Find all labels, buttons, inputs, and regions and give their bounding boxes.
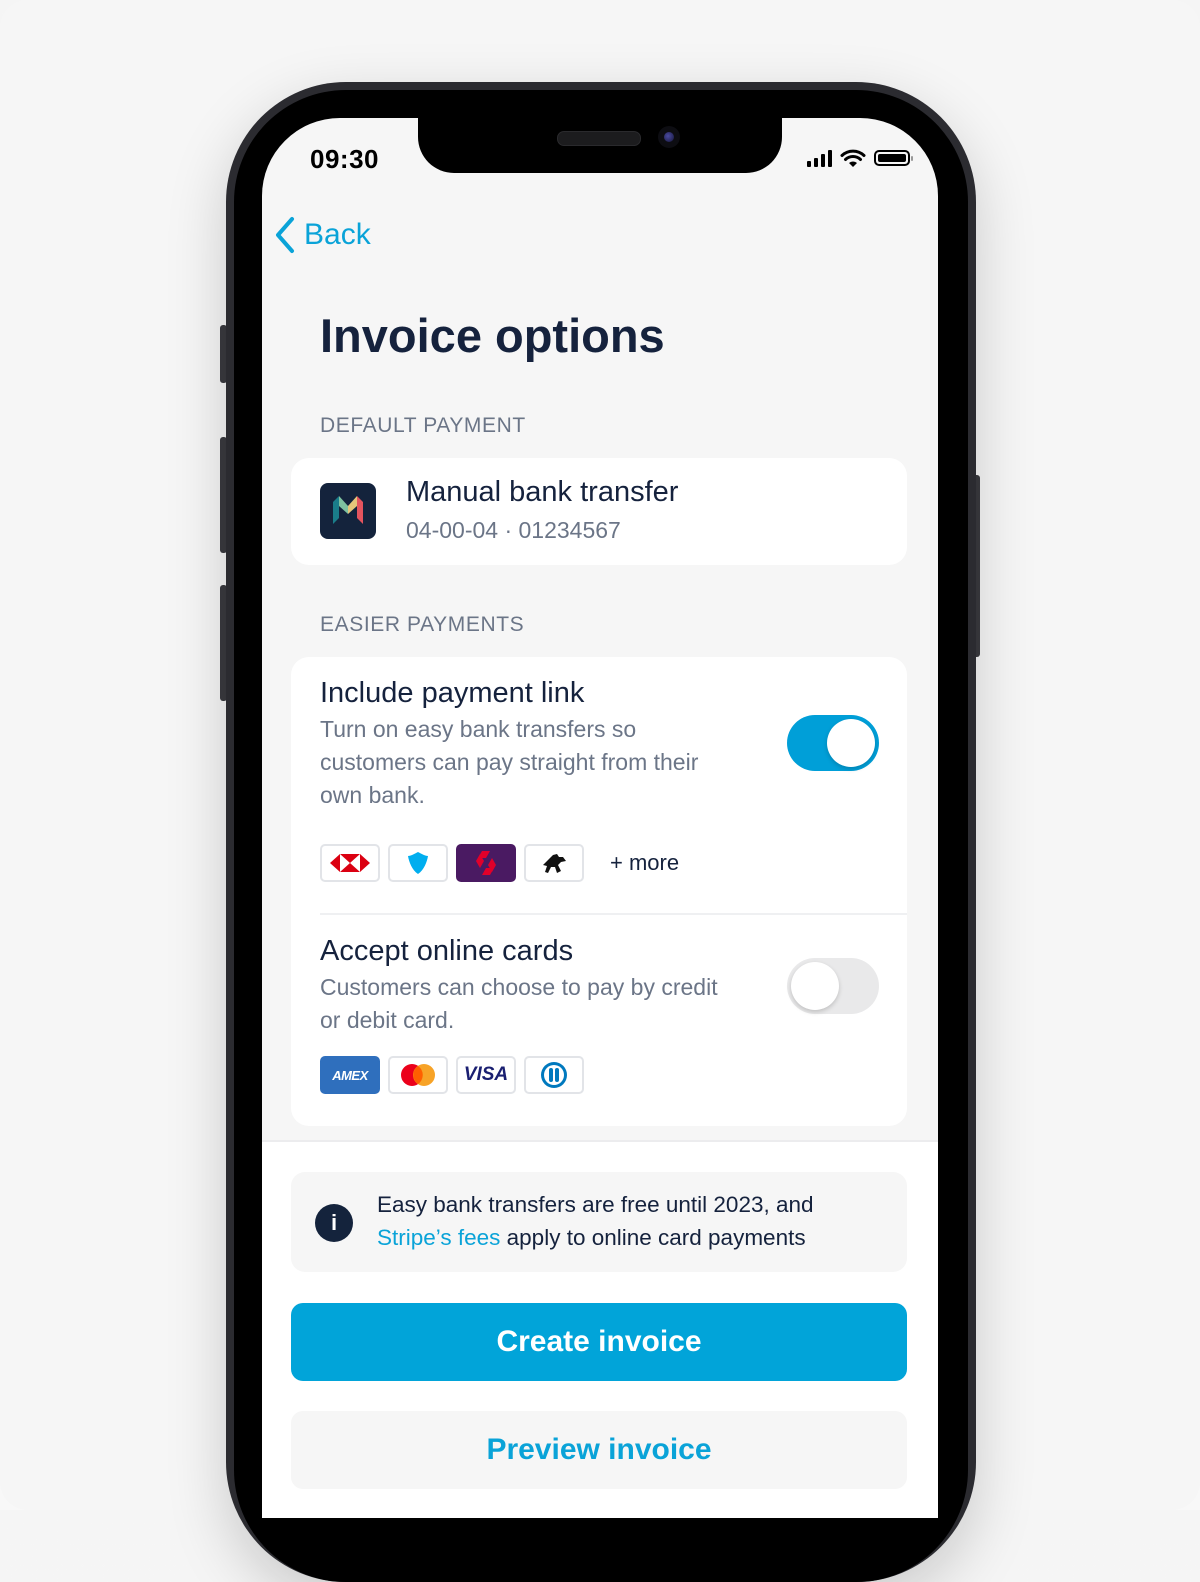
description-line: customers can pay straight from their (320, 749, 699, 775)
status-icons (807, 148, 913, 168)
amex-logo-icon: AMEX (320, 1056, 380, 1094)
natwest-logo-icon (456, 844, 516, 882)
payment-link-title: Include payment link (320, 677, 585, 709)
preview-invoice-button[interactable]: Preview invoice (291, 1411, 907, 1489)
more-banks-link[interactable]: + more (610, 850, 679, 876)
page-title: Invoice options (320, 309, 665, 362)
card-logos: AMEX VISA (320, 1056, 584, 1094)
back-label: Back (304, 218, 371, 251)
diners-club-logo-icon (524, 1056, 584, 1094)
info-icon: i (315, 1204, 353, 1242)
camera-icon (658, 126, 680, 148)
payment-link-description: Turn on easy bank transfers so customers… (320, 713, 698, 812)
info-line-2-rest: apply to online card payments (500, 1225, 806, 1250)
chevron-left-icon (276, 217, 294, 253)
status-time: 09:30 (310, 144, 379, 174)
toggle-knob (791, 962, 839, 1010)
bottom-action-panel: i Easy bank transfers are free until 202… (262, 1140, 938, 1518)
section-label-easier-payments: EASIER PAYMENTS (320, 613, 525, 636)
account-details: 04-00-04 · 01234567 (406, 517, 621, 543)
description-line: Customers can choose to pay by credit (320, 974, 718, 1000)
payment-link-toggle[interactable] (787, 715, 879, 771)
divider (320, 913, 907, 915)
battery-icon (874, 150, 913, 166)
wifi-icon (840, 149, 866, 167)
toggle-knob (827, 719, 875, 767)
online-cards-toggle[interactable] (787, 958, 879, 1014)
online-cards-description: Customers can choose to pay by credit or… (320, 971, 718, 1037)
monzo-logo-icon (320, 483, 376, 539)
description-line: or debit card. (320, 1007, 455, 1033)
visa-text: VISA (463, 1064, 509, 1085)
info-line-1: Easy bank transfers are free until 2023,… (377, 1192, 814, 1217)
stripe-fees-link[interactable]: Stripe’s fees (377, 1225, 500, 1250)
section-label-default-payment: DEFAULT PAYMENT (320, 414, 526, 437)
info-banner: i Easy bank transfers are free until 202… (291, 1172, 907, 1272)
lloyds-logo-icon (524, 844, 584, 882)
easier-payments-card: Include payment link Turn on easy bank t… (291, 657, 907, 1126)
online-cards-title: Accept online cards (320, 935, 574, 967)
payment-method-title: Manual bank transfer (406, 476, 679, 508)
signal-icon (807, 149, 832, 167)
description-line: own bank. (320, 782, 425, 808)
amex-text: AMEX (332, 1067, 368, 1083)
info-text: Easy bank transfers are free until 2023,… (377, 1188, 887, 1254)
default-payment-card[interactable]: Manual bank transfer 04-00-04 · 01234567 (291, 458, 907, 565)
mastercard-logo-icon (388, 1056, 448, 1094)
description-line: Turn on easy bank transfers so (320, 716, 637, 742)
bank-logos: + more (320, 844, 679, 882)
create-invoice-button[interactable]: Create invoice (291, 1303, 907, 1381)
speaker-grille (557, 131, 641, 146)
notch (418, 118, 782, 173)
phone-screen: 09:30 Back Invoice options DEFAULT PAYME… (262, 118, 938, 1518)
info-line-2: Stripe’s fees apply to online card payme… (377, 1221, 887, 1254)
hsbc-logo-icon (320, 844, 380, 882)
visa-logo-icon: VISA (456, 1056, 516, 1094)
barclays-logo-icon (388, 844, 448, 882)
back-button[interactable]: Back (274, 216, 371, 254)
